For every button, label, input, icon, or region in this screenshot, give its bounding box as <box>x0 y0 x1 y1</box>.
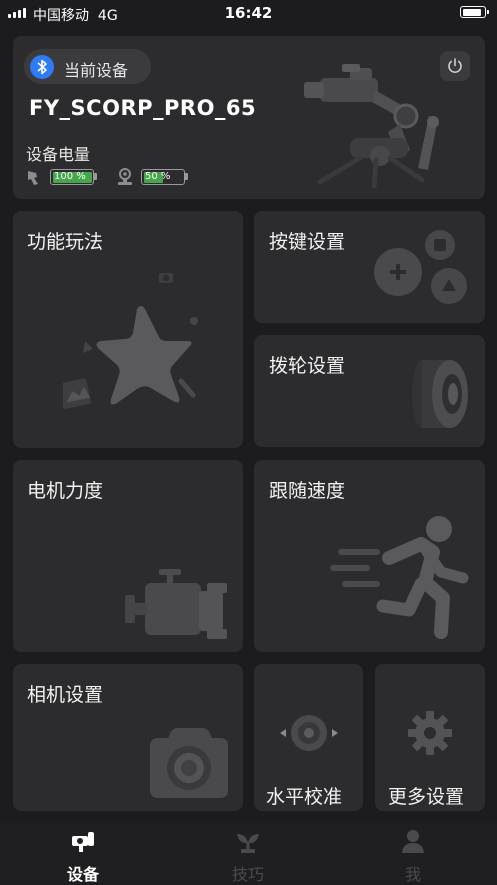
battery-icon <box>460 6 489 18</box>
motor-icon <box>125 569 227 639</box>
gamepad-buttons-icon <box>374 230 467 304</box>
star-icon <box>63 273 198 410</box>
more-settings-title: 更多设置 <box>388 786 465 808</box>
running-person-icon <box>330 516 469 639</box>
tab-me[interactable]: 我 <box>373 826 453 884</box>
current-device-label: 当前设备 <box>64 61 129 80</box>
gimbal-battery-text: 100 % <box>54 171 86 182</box>
follow-speed-title: 跟随速度 <box>269 480 346 502</box>
status-bar: 中国移动 4G 16:42 <box>0 0 497 28</box>
bluetooth-icon <box>30 55 54 79</box>
horizontal-calibration-tile[interactable]: 水平校准 <box>254 664 363 811</box>
device-name: FY_SCORP_PRO_65 <box>29 96 257 120</box>
motor-strength-tile[interactable]: 电机力度 <box>13 460 243 652</box>
horizontal-calibration-title: 水平校准 <box>266 786 343 808</box>
gimbal-tab-icon <box>72 832 94 852</box>
camera-settings-tile[interactable]: 相机设置 <box>13 664 243 811</box>
follow-speed-tile[interactable]: 跟随速度 <box>254 460 485 652</box>
dial-settings-tile[interactable]: 拨轮设置 <box>254 335 485 447</box>
tab-device-label: 设备 <box>66 865 99 884</box>
camera-body-icon <box>150 728 228 798</box>
tab-tips[interactable]: 技巧 <box>208 826 288 884</box>
camera-battery-text: 50 % <box>145 171 171 182</box>
tab-device[interactable]: 设备 <box>43 826 123 884</box>
button-settings-title: 按键设置 <box>269 231 346 253</box>
gimbal-battery-cap <box>94 173 97 180</box>
clock: 16:42 <box>224 4 273 22</box>
tab-tips-label: 技巧 <box>231 865 264 884</box>
camera-battery-cap <box>185 173 188 180</box>
gimbal-icon <box>28 171 38 185</box>
camera-battery-bar: 50 % <box>141 169 185 185</box>
features-tile[interactable]: 功能玩法 <box>13 211 243 448</box>
dial-settings-title: 拨轮设置 <box>269 355 346 377</box>
battery-title: 设备电量 <box>26 145 91 164</box>
features-title: 功能玩法 <box>27 231 104 253</box>
button-settings-tile[interactable]: 按键设置 <box>254 211 485 323</box>
motor-strength-title: 电机力度 <box>27 480 104 502</box>
more-settings-tile[interactable]: 更多设置 <box>375 664 485 811</box>
gimbal-illustration <box>304 64 439 189</box>
camera-settings-title: 相机设置 <box>27 684 104 706</box>
gimbal-battery-bar: 100 % <box>50 169 94 185</box>
sprout-icon <box>237 834 259 853</box>
tab-me-label: 我 <box>404 865 421 884</box>
camera-icon <box>118 168 132 185</box>
level-calibration-icon <box>280 715 338 751</box>
person-icon <box>402 830 424 853</box>
gear-icon <box>408 711 452 755</box>
dial-wheel-icon <box>412 360 468 428</box>
